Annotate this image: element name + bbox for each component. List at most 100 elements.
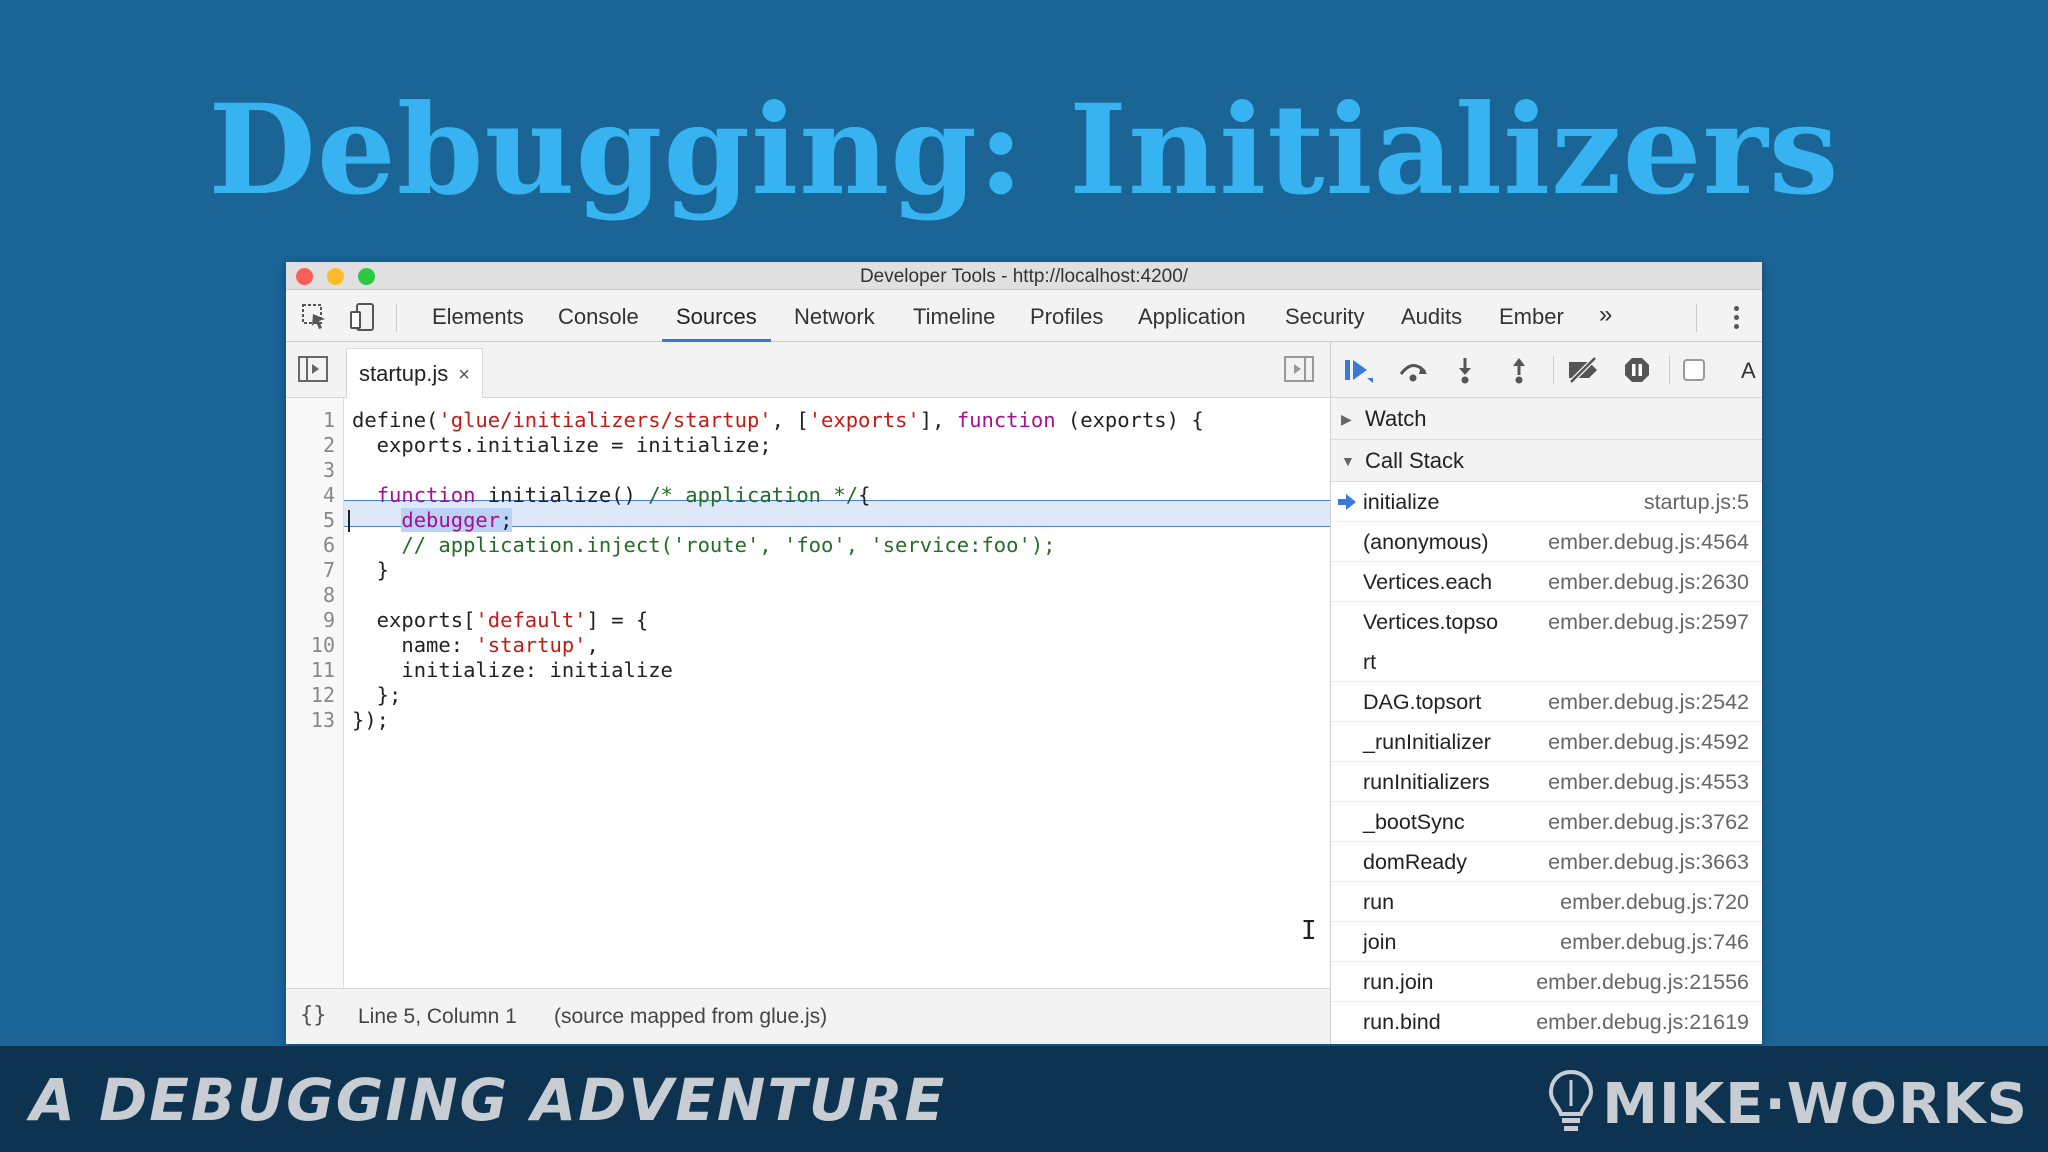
ibeam-cursor-icon: I [1301,916,1317,946]
call-frame[interactable]: (anonymous) ember.debug.js:4564 [1331,522,1762,562]
call-frame[interactable]: Vertices.each ember.debug.js:2630 [1331,562,1762,602]
tab-network[interactable]: Network [794,304,875,342]
async-label: A [1741,358,1756,383]
step-out-icon[interactable] [1505,356,1535,384]
call-frame-location[interactable]: ember.debug.js:2542 [1548,690,1749,715]
line-number[interactable]: 13 [286,708,335,732]
call-frame-location[interactable]: ember.debug.js:21619 [1536,1010,1749,1035]
tab-audits[interactable]: Audits [1401,304,1462,342]
call-frame[interactable]: run.join ember.debug.js:21556 [1331,962,1762,1002]
call-frame[interactable]: Vertices.topso ember.debug.js:2597 [1331,602,1762,642]
call-frame-location[interactable]: ember.debug.js:2630 [1548,570,1749,595]
call-frame-function: DAG.topsort [1363,690,1482,714]
devtools-toolbar: Elements Console Sources Network Timelin… [286,290,1762,342]
call-frame-function: (anonymous) [1363,530,1489,554]
more-options-icon[interactable] [1734,306,1740,333]
line-number[interactable]: 11 [286,658,335,682]
call-frame-function: join [1363,930,1397,954]
line-number[interactable]: 12 [286,683,335,707]
brand-name: MIKE·WORKS [1602,1072,2028,1138]
async-checkbox[interactable] [1683,359,1705,381]
line-number[interactable]: 10 [286,633,335,657]
tab-sources[interactable]: Sources [662,304,771,342]
inspect-element-icon[interactable] [300,302,330,332]
debugger-toolbar: A [1331,342,1762,398]
call-frame-function: Vertices.each [1363,570,1493,594]
watch-section-header[interactable]: ▶ Watch [1331,398,1762,440]
collapse-triangle-icon: ▼ [1341,453,1355,469]
call-frame-function: rt [1363,650,1377,674]
call-frame-location[interactable]: ember.debug.js:2597 [1548,610,1749,635]
code-line: }); [352,708,390,732]
device-toolbar-icon[interactable] [348,302,378,332]
slide-footer: A DEBUGGING ADVENTURE MIKE·WORKS [0,1046,2048,1152]
call-frame-function: _bootSync [1363,810,1465,834]
slide-title: Debugging: Initializers [208,78,1840,223]
line-number[interactable]: 3 [286,458,335,482]
call-frame[interactable]: runInitializers ember.debug.js:4553 [1331,762,1762,802]
line-number[interactable]: 7 [286,558,335,582]
code-line: initialize: initialize [352,658,673,682]
code-editor[interactable]: 1 2 3 4 5 6 7 8 9 10 11 12 13 define('gl… [286,398,1330,988]
call-frame-location[interactable]: ember.debug.js:21556 [1536,970,1749,995]
call-stack-label: Call Stack [1365,448,1465,473]
call-frame[interactable]: _bootSync ember.debug.js:3762 [1331,802,1762,842]
line-number[interactable]: 5 [286,508,335,532]
tab-application[interactable]: Application [1138,304,1246,342]
cursor-position: Line 5, Column 1 [358,1005,517,1028]
call-frame-location[interactable]: ember.debug.js:4592 [1548,730,1749,755]
call-frame[interactable]: domReady ember.debug.js:3663 [1331,842,1762,882]
call-frame-function: initialize [1363,490,1440,514]
line-number[interactable]: 8 [286,583,335,607]
code-line: // application.inject('route', 'foo', 's… [401,533,1056,557]
call-frame-function: run.join [1363,970,1434,994]
toolbar-separator [1696,304,1697,332]
call-frame-location[interactable]: ember.debug.js:3663 [1548,850,1749,875]
line-number[interactable]: 6 [286,533,335,557]
deactivate-breakpoints-icon[interactable] [1565,356,1603,384]
call-frame[interactable]: run ember.debug.js:720 [1331,882,1762,922]
tab-profiles[interactable]: Profiles [1030,304,1103,342]
lightbulb-icon [1546,1068,1596,1148]
call-frame[interactable]: run.bind ember.debug.js:21619 [1331,1002,1762,1042]
toggle-debugger-icon[interactable] [1284,356,1314,382]
file-tab-bar: startup.js × [286,342,1330,398]
call-frame-location[interactable]: ember.debug.js:746 [1560,930,1749,955]
pretty-print-icon[interactable]: {} [300,1003,327,1028]
file-tab-startup[interactable]: startup.js × [346,348,483,398]
call-frame[interactable]: join ember.debug.js:746 [1331,922,1762,962]
call-stack-section-header[interactable]: ▼ Call Stack [1331,440,1762,482]
step-over-icon[interactable] [1397,356,1427,384]
call-frame-location[interactable]: ember.debug.js:3762 [1548,810,1749,835]
call-frame-function: runInitializers [1363,770,1490,794]
toggle-navigator-icon[interactable] [298,356,328,382]
call-frame-location[interactable]: ember.debug.js:4553 [1548,770,1749,795]
call-frame[interactable]: DAG.topsort ember.debug.js:2542 [1331,682,1762,722]
resume-icon[interactable] [1343,356,1373,384]
call-frame-location[interactable]: startup.js:5 [1644,490,1749,515]
sources-editor-pane: startup.js × 1 2 3 4 5 6 7 8 9 10 11 12 1… [286,342,1330,1044]
tab-security[interactable]: Security [1285,304,1364,342]
step-into-icon[interactable] [1451,356,1481,384]
close-tab-icon[interactable]: × [458,364,470,386]
source-map-info[interactable]: (source mapped from glue.js) [554,1005,827,1029]
more-tabs-icon[interactable]: » [1599,301,1612,339]
tab-console[interactable]: Console [558,304,639,342]
code-line: }; [352,683,402,707]
line-number[interactable]: 2 [286,433,335,457]
line-number-gutter[interactable]: 1 2 3 4 5 6 7 8 9 10 11 12 13 [286,398,344,988]
tab-timeline[interactable]: Timeline [913,304,995,342]
pause-on-exceptions-icon[interactable] [1623,356,1653,384]
line-number[interactable]: 1 [286,408,335,432]
code-line: name: 'startup', [352,633,599,657]
call-frame-current[interactable]: initialize startup.js:5 [1331,482,1762,522]
tab-ember[interactable]: Ember [1499,304,1564,342]
code-line-current: debugger; [348,508,513,533]
call-frame-continuation[interactable]: rt [1331,642,1762,682]
call-frame[interactable]: _runInitializer ember.debug.js:4592 [1331,722,1762,762]
line-number[interactable]: 9 [286,608,335,632]
line-number[interactable]: 4 [286,483,335,507]
tab-elements[interactable]: Elements [432,304,524,342]
call-frame-location[interactable]: ember.debug.js:4564 [1548,530,1749,555]
call-frame-location[interactable]: ember.debug.js:720 [1560,890,1749,915]
